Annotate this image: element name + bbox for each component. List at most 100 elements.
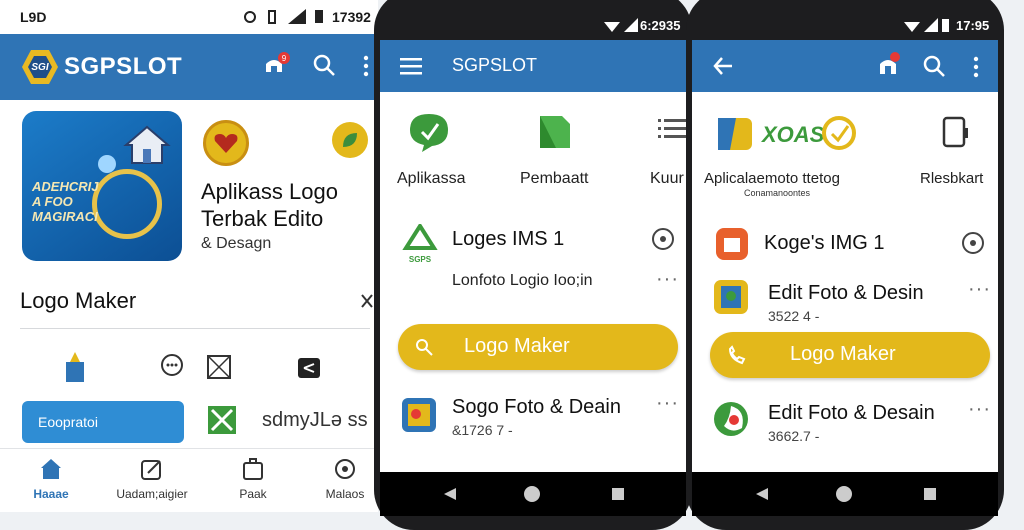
row1-title[interactable]: Loges IMS 1 — [452, 228, 564, 251]
category-sublabel-1: Conamanoontes — [744, 188, 811, 198]
recents-icon[interactable] — [922, 486, 938, 502]
home-circle-icon[interactable] — [523, 485, 541, 503]
row2-more-icon[interactable]: ··· — [968, 278, 991, 301]
phone-icon — [728, 345, 746, 365]
notification-dot — [890, 52, 900, 62]
edit-app-icon[interactable] — [712, 400, 750, 438]
category-label-1[interactable]: Aplikassa — [397, 170, 465, 188]
right-screen: XOAS Aplicalaemoto ttetog Conamanoontes … — [692, 40, 998, 472]
crop-icon[interactable] — [206, 404, 238, 436]
banner-line-3: MAGIRACI — [32, 209, 98, 224]
timer-icon[interactable] — [960, 230, 986, 256]
recents-icon[interactable] — [610, 486, 626, 502]
logo-maker-label: Logo Maker — [464, 335, 570, 357]
signal-icon — [288, 9, 306, 24]
search-icon[interactable] — [312, 53, 336, 77]
triangle-logo-icon — [402, 222, 438, 250]
signal-icon — [624, 18, 638, 32]
nav-label-pack: Paak — [239, 487, 267, 501]
chat-icon[interactable] — [159, 352, 185, 380]
more-vert-icon[interactable] — [972, 55, 980, 79]
brush-icon[interactable] — [62, 350, 88, 384]
app-title-line-2: Terbak Edito — [201, 206, 324, 231]
heart-app-icon[interactable] — [203, 120, 249, 166]
status-clock: 17392 — [332, 9, 371, 25]
bubble-icon — [98, 155, 116, 173]
row2-more-icon[interactable]: ··· — [656, 392, 679, 415]
middle-screen: SGPSLOT Aplikassa Pembaatt Kuur SGPS Log… — [380, 40, 686, 472]
logo-maker-button[interactable]: Logo Maker — [710, 332, 990, 378]
photo-frame-icon[interactable] — [712, 278, 750, 316]
app-bar: SGI SGPSLOT 9 — [0, 34, 378, 100]
logo-maker-button[interactable]: Logo Maker — [398, 324, 678, 370]
row2-meta: &1726 7 - — [452, 422, 513, 438]
document-icon[interactable] — [536, 112, 574, 152]
banner-line-2: A FOO — [32, 194, 73, 209]
battery-icon — [942, 19, 949, 32]
heart-icon — [214, 134, 238, 153]
back-arrow-icon[interactable] — [712, 55, 734, 77]
status-time: 17:95 — [956, 18, 990, 33]
category-label-2[interactable]: Rlesbkart — [920, 170, 983, 187]
divider — [20, 328, 370, 329]
category-label-1[interactable]: Aplicalaemoto ttetog — [704, 170, 840, 187]
notification-badge: 9 — [278, 52, 290, 64]
nav-item-pack[interactable]: Paak — [222, 457, 284, 501]
search-icon[interactable] — [922, 54, 946, 78]
back-icon[interactable] — [442, 486, 458, 502]
banner-line-1: ADEHCRIJ — [32, 179, 99, 194]
more-vert-icon[interactable] — [362, 54, 370, 78]
edit-icon — [141, 460, 161, 480]
section-title: Logo Maker — [20, 288, 137, 313]
alarm-icon — [244, 11, 256, 23]
app-bar-title: SGPSLOT — [452, 55, 538, 75]
clipboard-icon[interactable] — [296, 354, 322, 380]
row2-title[interactable]: Sogo Foto & Deain — [452, 396, 621, 419]
notifications-button[interactable]: 9 — [262, 52, 290, 80]
leaf-app-icon[interactable] — [332, 122, 368, 158]
app-title-line-1: Aplikass Logo — [201, 179, 338, 204]
settings-icon — [335, 459, 355, 479]
image-frame-icon[interactable] — [206, 354, 232, 380]
featured-banner[interactable]: ADEHCRIJ A FOO MAGIRACI — [22, 111, 182, 261]
menu-icon[interactable] — [400, 56, 422, 76]
row1-more-icon[interactable]: ··· — [656, 268, 679, 291]
category-label-3[interactable]: Kuur — [650, 170, 684, 188]
nav-label-more: Malaos — [325, 487, 365, 501]
photo-app-icon[interactable] — [400, 396, 438, 434]
phone-icon — [416, 339, 433, 356]
nav-item-home[interactable]: Haaae — [20, 457, 82, 501]
right-phone-frame: 17:95 XOAS Aplicalaemoto ttetog Conamano… — [686, 0, 1004, 530]
left-app-screen: L9D 17392 SGI SGPSLOT 9 ADEHCRIJ A FOO M… — [0, 0, 378, 512]
house-icon — [123, 125, 171, 164]
expand-icon[interactable] — [360, 293, 374, 309]
back-icon[interactable] — [754, 486, 770, 502]
row1-subtitle: Lonfoto Logio Ioo;in — [452, 272, 593, 289]
check-circle-icon[interactable] — [820, 114, 858, 152]
notifications-button[interactable] — [876, 52, 902, 80]
row3-more-icon[interactable]: ··· — [968, 398, 991, 421]
logo-maker-label: Logo Maker — [790, 343, 896, 365]
flag-app-icon[interactable] — [716, 114, 756, 154]
middle-phone-frame: 6:2935 SGPSLOT Aplikassa Pembaatt Kuur S… — [374, 0, 692, 530]
brand-title: SGPSLOT — [64, 53, 183, 80]
app-logo: SGI — [22, 50, 58, 84]
calendar-app-icon[interactable] — [714, 226, 750, 262]
app-title: Aplikass Logo Terbak Edito — [201, 178, 338, 232]
tablet-icon[interactable] — [940, 116, 970, 150]
banner-ring — [92, 169, 162, 239]
chat-bubble-icon[interactable] — [406, 110, 452, 154]
explore-button[interactable]: Eoopratoi — [22, 401, 184, 443]
nav-item-more[interactable]: Malaos — [314, 457, 376, 501]
app-bar — [692, 40, 998, 92]
row1-title[interactable]: Koge's IMG 1 — [764, 232, 885, 255]
home-circle-icon[interactable] — [835, 485, 853, 503]
row3-title[interactable]: Edit Foto & Desain — [768, 402, 935, 425]
row2-title[interactable]: Edit Foto & Desin — [768, 282, 924, 305]
timer-icon[interactable] — [650, 226, 676, 252]
nav-item-editor[interactable]: Uadam;aigier — [104, 457, 200, 501]
row3-meta: 3662.7 - — [768, 428, 820, 444]
status-bar: L9D 17392 — [0, 0, 378, 34]
list-icon[interactable] — [658, 118, 686, 140]
category-label-2[interactable]: Pembaatt — [520, 170, 588, 188]
